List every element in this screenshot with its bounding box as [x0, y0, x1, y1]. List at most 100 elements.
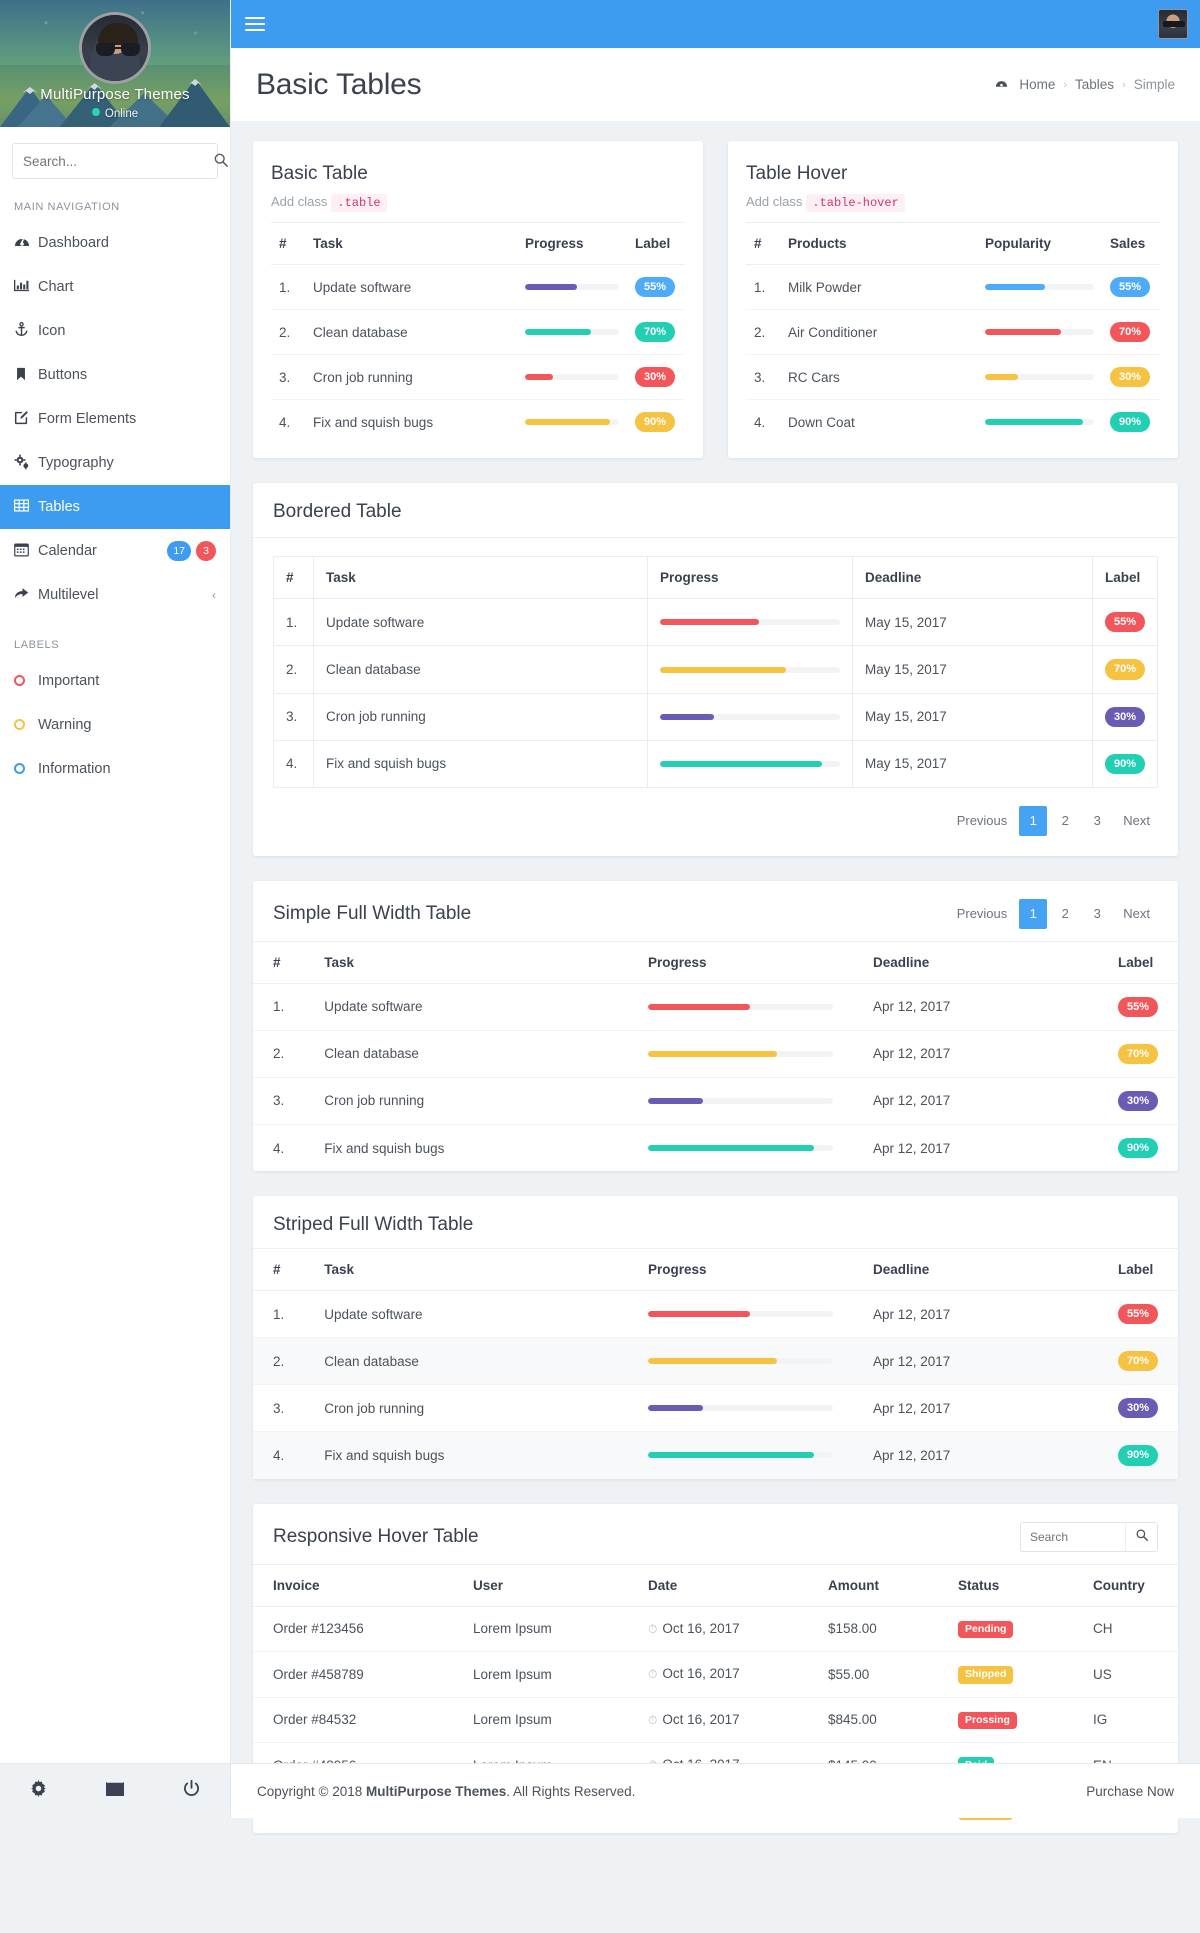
row-number: 1. [253, 983, 305, 1031]
table-row[interactable]: 2. Clean database 70% [271, 309, 685, 356]
progress-bar-track [659, 619, 840, 626]
sidebar-label-information[interactable]: Information [0, 747, 230, 791]
sidebar-item-label: Tables [38, 499, 80, 515]
pagination-previous[interactable]: Previous [949, 806, 1016, 836]
table-row[interactable]: 1. Update software May 15, 2017 55% [273, 598, 1159, 647]
pagination-page-3[interactable]: 3 [1083, 806, 1111, 836]
row-number: 2. [253, 1030, 305, 1078]
progress-bar-fill [985, 329, 1062, 336]
sidebar-label-important[interactable]: Important [0, 659, 230, 703]
calendar-badge-alert: 3 [196, 541, 216, 561]
topbar-avatar[interactable] [1158, 9, 1188, 39]
progress-bar-track [647, 1145, 833, 1152]
table-row[interactable]: Order #84532 Lorem Ipsum ⏱ Oct 16, 2017 $… [253, 1697, 1178, 1744]
pagination-next[interactable]: Next [1115, 899, 1158, 929]
breadcrumb-home[interactable]: Home [1019, 77, 1055, 92]
sidebar-item-form-elements[interactable]: Form Elements [0, 397, 230, 441]
table-row[interactable]: 2. Clean database May 15, 2017 70% [273, 645, 1159, 694]
table-row[interactable]: 3. Cron job running Apr 12, 2017 30% [253, 1077, 1178, 1126]
pagination-page-1[interactable]: 1 [1019, 805, 1048, 836]
table-row[interactable]: 1. Update software Apr 12, 2017 55% [253, 1290, 1178, 1339]
table-row[interactable]: 4. Fix and squish bugs May 15, 2017 90% [273, 739, 1159, 788]
row-deadline: Apr 12, 2017 [852, 1290, 1098, 1339]
sidebar-item-chart[interactable]: Chart [0, 265, 230, 309]
pagination-previous[interactable]: Previous [949, 899, 1016, 929]
chevron-left-icon: ‹ [212, 588, 216, 602]
sidebar-search[interactable] [12, 143, 228, 179]
search-input[interactable] [13, 153, 210, 169]
row-label: 30% [627, 354, 685, 401]
table-row[interactable]: 4. Fix and squish bugs Apr 12, 2017 90% [253, 1125, 1178, 1172]
sidebar-item-icon[interactable]: Icon [0, 309, 230, 353]
column-header: # [271, 222, 305, 265]
pagination-page-1[interactable]: 1 [1019, 898, 1048, 929]
striped-full-table-card: Striped Full Width Table # Task Progress… [253, 1196, 1178, 1479]
label-badge: 30% [1104, 706, 1145, 727]
table-row[interactable]: 4. Down Coat 90% [746, 400, 1160, 445]
table-row[interactable]: 2. Air Conditioner 70% [746, 309, 1160, 356]
sidebar-item-buttons[interactable]: Buttons [0, 353, 230, 397]
row-number: 1. [271, 264, 305, 311]
pagination-page-2[interactable]: 2 [1051, 899, 1079, 929]
table-search-input[interactable] [1021, 1522, 1125, 1551]
sidebar-item-multilevel[interactable]: Multilevel ‹ [0, 573, 230, 617]
table-row[interactable]: 3. Cron job running 30% [271, 354, 685, 401]
table-row[interactable]: 3. Cron job running May 15, 2017 30% [273, 692, 1159, 741]
table-row[interactable]: 2. Clean database Apr 12, 2017 70% [253, 1337, 1178, 1386]
table-row[interactable]: 4. Fix and squish bugs Apr 12, 2017 90% [253, 1431, 1178, 1479]
row-progress [628, 1432, 853, 1479]
column-header: # [253, 940, 305, 984]
progress-bar-track [985, 419, 1094, 426]
pagination-page-3[interactable]: 3 [1083, 899, 1111, 929]
avatar[interactable] [79, 12, 151, 84]
table-row[interactable]: 1. Milk Powder 55% [746, 264, 1160, 311]
table-row[interactable]: 3. Cron job running Apr 12, 2017 30% [253, 1384, 1178, 1433]
table-row[interactable]: Order #458789 Lorem Ipsum ⏱ Oct 16, 2017 … [253, 1651, 1178, 1698]
row-number: 2. [273, 645, 314, 694]
search-icon[interactable] [210, 153, 239, 169]
sidebar-item-dashboard[interactable]: Dashboard [0, 221, 230, 265]
row-task: Fix and squish bugs [324, 1447, 445, 1463]
column-header: # [253, 1248, 305, 1292]
table-row[interactable]: 1. Update software Apr 12, 2017 55% [253, 983, 1178, 1031]
table-row[interactable]: 4. Fix and squish bugs 90% [271, 400, 685, 445]
progress-bar-fill [647, 1452, 815, 1459]
pagination[interactable]: Previous 1 2 3 Next [949, 898, 1158, 929]
sidebar-item-tables[interactable]: Tables [0, 485, 230, 529]
pagination-next[interactable]: Next [1115, 806, 1158, 836]
table-row[interactable]: 1. Update software 55% [271, 264, 685, 311]
copyright-brand: MultiPurpose Themes [366, 1783, 507, 1799]
nav-heading-labels: LABELS [14, 639, 60, 651]
sidebar-item-typography[interactable]: Typography [0, 441, 230, 485]
table-row[interactable]: 2. Clean database Apr 12, 2017 70% [253, 1030, 1178, 1078]
sidebar-item-calendar[interactable]: Calendar 17 3 [0, 529, 230, 573]
breadcrumb-tables[interactable]: Tables [1075, 77, 1114, 92]
gear-icon[interactable] [30, 1780, 47, 1802]
table-row[interactable]: 3. RC Cars 30% [746, 354, 1160, 401]
row-task: Air Conditioner [780, 309, 977, 356]
share-arrow-icon [14, 586, 38, 604]
sidebar: MultiPurpose Themes Online MAIN NAVIGATI… [0, 0, 231, 1818]
row-deadline: May 15, 2017 [851, 739, 1093, 788]
pagination[interactable]: Previous 1 2 3 Next [949, 805, 1158, 836]
profile-status-text: Online [104, 108, 139, 120]
table-search-button[interactable] [1125, 1522, 1157, 1551]
sunglasses-icon [96, 43, 140, 56]
row-number: 4. [273, 1140, 285, 1156]
purchase-now-link[interactable]: Purchase Now [1086, 1784, 1174, 1799]
row-label: 70% [627, 309, 685, 356]
power-icon[interactable] [183, 1779, 200, 1802]
hamburger-icon[interactable] [245, 13, 265, 35]
column-header: # [273, 556, 314, 600]
breadcrumb: Home › Tables › Simple [995, 77, 1175, 93]
sidebar-label-warning[interactable]: Warning [0, 703, 230, 747]
pagination-page-2[interactable]: 2 [1051, 806, 1079, 836]
row-label: 55% [1097, 983, 1178, 1031]
topbar [231, 0, 1200, 48]
row-label: 70% [1097, 1030, 1178, 1078]
table-row[interactable]: Order #123456 Lorem Ipsum ⏱ Oct 16, 2017 … [253, 1606, 1178, 1653]
footer: Copyright © 2018 MultiPurpose Themes. Al… [0, 1763, 1200, 1818]
row-country: US [1073, 1651, 1178, 1698]
envelope-icon[interactable] [105, 1780, 124, 1803]
table-search[interactable] [1020, 1521, 1158, 1552]
